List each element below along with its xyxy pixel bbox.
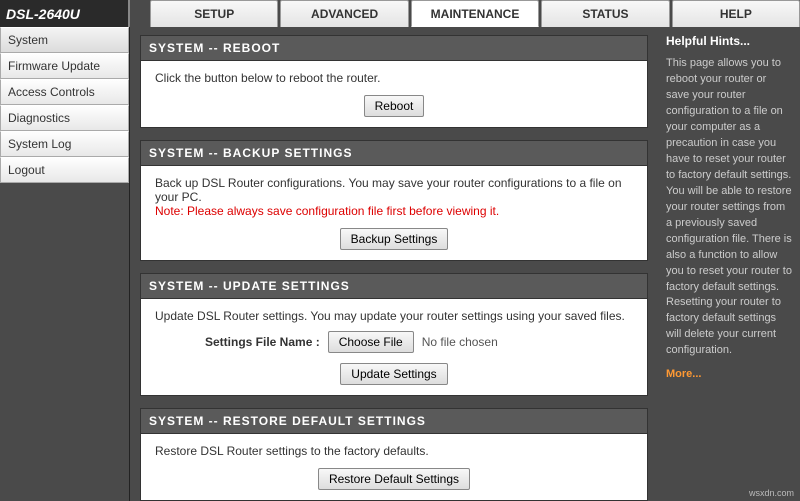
file-status: No file chosen bbox=[422, 335, 498, 349]
update-text: Update DSL Router settings. You may upda… bbox=[155, 309, 633, 323]
content-area: SYSTEM -- REBOOT Click the button below … bbox=[130, 27, 658, 501]
panel-backup: SYSTEM -- BACKUP SETTINGS Back up DSL Ro… bbox=[140, 140, 648, 261]
tab-help[interactable]: HELP bbox=[672, 0, 800, 27]
restore-text: Restore DSL Router settings to the facto… bbox=[155, 444, 633, 458]
sidebar-item-syslog[interactable]: System Log bbox=[0, 131, 129, 157]
panel-backup-head: SYSTEM -- BACKUP SETTINGS bbox=[141, 141, 647, 166]
main-tabs: SETUP ADVANCED MAINTENANCE STATUS HELP bbox=[130, 0, 800, 27]
sidebar-item-diagnostics[interactable]: Diagnostics bbox=[0, 105, 129, 131]
sidebar: System Firmware Update Access Controls D… bbox=[0, 27, 130, 501]
sidebar-item-system[interactable]: System bbox=[0, 27, 129, 53]
tab-status[interactable]: STATUS bbox=[541, 0, 669, 27]
more-link[interactable]: More... bbox=[666, 367, 701, 383]
device-model-logo: DSL-2640U bbox=[0, 0, 130, 27]
hints-body: This page allows you to reboot your rout… bbox=[666, 56, 792, 359]
tab-maintenance[interactable]: MAINTENANCE bbox=[411, 0, 539, 27]
hints-title: Helpful Hints... bbox=[666, 33, 792, 50]
backup-text: Back up DSL Router configurations. You m… bbox=[155, 176, 633, 204]
restore-button[interactable]: Restore Default Settings bbox=[318, 468, 470, 490]
panel-reboot-head: SYSTEM -- REBOOT bbox=[141, 36, 647, 61]
watermark: wsxdn.com bbox=[749, 488, 794, 498]
sidebar-item-firmware[interactable]: Firmware Update bbox=[0, 53, 129, 79]
tab-advanced[interactable]: ADVANCED bbox=[280, 0, 408, 27]
sidebar-item-access[interactable]: Access Controls bbox=[0, 79, 129, 105]
panel-reboot: SYSTEM -- REBOOT Click the button below … bbox=[140, 35, 648, 128]
panel-restore: SYSTEM -- RESTORE DEFAULT SETTINGS Resto… bbox=[140, 408, 648, 501]
panel-update-head: SYSTEM -- UPDATE SETTINGS bbox=[141, 274, 647, 299]
backup-button[interactable]: Backup Settings bbox=[340, 228, 449, 250]
panel-update: SYSTEM -- UPDATE SETTINGS Update DSL Rou… bbox=[140, 273, 648, 396]
panel-restore-head: SYSTEM -- RESTORE DEFAULT SETTINGS bbox=[141, 409, 647, 434]
tab-setup[interactable]: SETUP bbox=[150, 0, 278, 27]
backup-note: Note: Please always save configuration f… bbox=[155, 204, 633, 218]
file-label: Settings File Name : bbox=[205, 335, 320, 349]
reboot-button[interactable]: Reboot bbox=[364, 95, 425, 117]
reboot-text: Click the button below to reboot the rou… bbox=[155, 71, 633, 85]
choose-file-button[interactable]: Choose File bbox=[328, 331, 414, 353]
hints-panel: Helpful Hints... This page allows you to… bbox=[658, 27, 800, 501]
update-button[interactable]: Update Settings bbox=[340, 363, 447, 385]
sidebar-item-logout[interactable]: Logout bbox=[0, 157, 129, 183]
